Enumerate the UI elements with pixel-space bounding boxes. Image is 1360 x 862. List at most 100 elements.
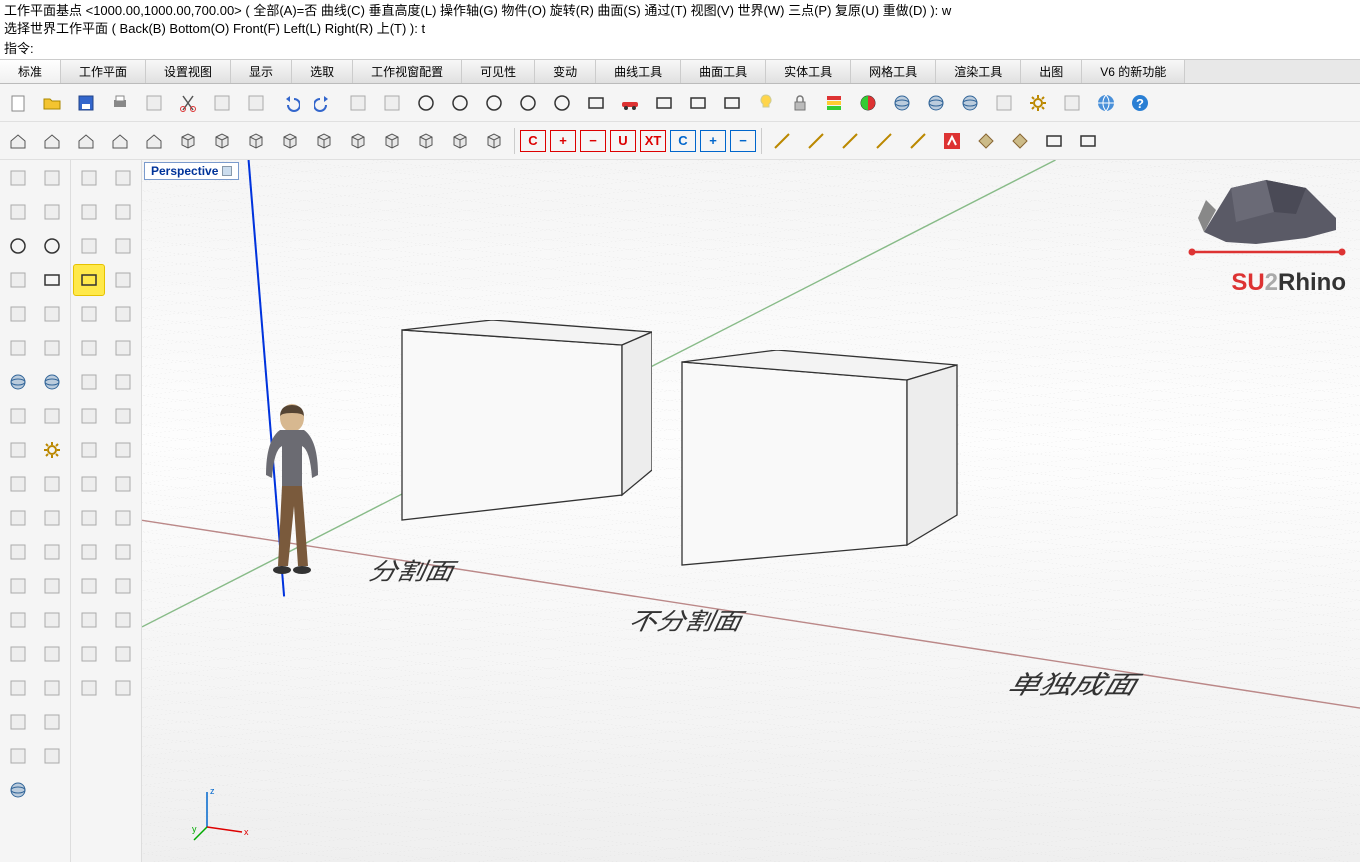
- hex-icon[interactable]: [107, 162, 139, 194]
- cone-icon[interactable]: [36, 706, 68, 738]
- house4-icon[interactable]: [104, 125, 136, 157]
- box-XT[interactable]: XT: [640, 130, 666, 152]
- layers-icon[interactable]: [818, 87, 850, 119]
- polygon2-icon[interactable]: [36, 298, 68, 330]
- cplane-frame-icon[interactable]: [648, 87, 680, 119]
- tab-2[interactable]: 设置视图: [146, 60, 231, 83]
- paste-icon[interactable]: [240, 87, 272, 119]
- line5-icon[interactable]: [902, 125, 934, 157]
- line3-icon[interactable]: [834, 125, 866, 157]
- box8-icon[interactable]: [410, 125, 442, 157]
- tab-6[interactable]: 可见性: [462, 60, 535, 83]
- viewport-label[interactable]: Perspective: [144, 162, 239, 180]
- four-view-icon[interactable]: [580, 87, 612, 119]
- tab-9[interactable]: 曲面工具: [681, 60, 766, 83]
- undo-icon[interactable]: [274, 87, 306, 119]
- bend1-icon[interactable]: [36, 468, 68, 500]
- scale-icon[interactable]: [73, 604, 105, 636]
- grid-tool-icon[interactable]: [2, 706, 34, 738]
- curve-edit1-icon[interactable]: [36, 536, 68, 568]
- cut-icon[interactable]: [172, 87, 204, 119]
- render-sphere-icon[interactable]: [886, 87, 918, 119]
- command-input[interactable]: [38, 40, 1356, 55]
- tab-7[interactable]: 变动: [535, 60, 596, 83]
- house2-icon[interactable]: [36, 125, 68, 157]
- solid2-icon[interactable]: [2, 672, 34, 704]
- human-icon[interactable]: [107, 638, 139, 670]
- diamond1-icon[interactable]: [970, 125, 1002, 157]
- box-U[interactable]: U: [610, 130, 636, 152]
- check-icon[interactable]: [2, 740, 34, 772]
- box2-icon[interactable]: [206, 125, 238, 157]
- callout-icon[interactable]: [107, 502, 139, 534]
- rot2-icon[interactable]: [107, 400, 139, 432]
- su-icon[interactable]: [936, 125, 968, 157]
- line4-icon[interactable]: [868, 125, 900, 157]
- render-metal-icon[interactable]: [920, 87, 952, 119]
- viewport-dropdown-icon[interactable]: [222, 166, 232, 176]
- viewport[interactable]: Perspective: [142, 160, 1360, 862]
- box3-icon[interactable]: [240, 125, 272, 157]
- diamond2-icon[interactable]: [1004, 125, 1036, 157]
- loop2-icon[interactable]: [107, 366, 139, 398]
- square-icon[interactable]: [1072, 125, 1104, 157]
- shape1-icon[interactable]: [73, 332, 105, 364]
- patch-icon[interactable]: [1038, 125, 1070, 157]
- solid-icon[interactable]: [36, 638, 68, 670]
- rot1-icon[interactable]: [73, 400, 105, 432]
- lightbulb-icon[interactable]: [750, 87, 782, 119]
- tab-4[interactable]: 选取: [292, 60, 353, 83]
- globe-icon[interactable]: [1090, 87, 1122, 119]
- lock-icon[interactable]: [784, 87, 816, 119]
- shape2-icon[interactable]: [107, 332, 139, 364]
- redo-icon[interactable]: [308, 87, 340, 119]
- sphere3-icon[interactable]: [2, 774, 34, 806]
- print-icon[interactable]: [104, 87, 136, 119]
- copy-icon[interactable]: [206, 87, 238, 119]
- sphere1-icon[interactable]: [2, 366, 34, 398]
- materials-icon[interactable]: [852, 87, 884, 119]
- eraser-icon[interactable]: [107, 196, 139, 228]
- hand-icon[interactable]: [107, 570, 139, 602]
- box5-icon[interactable]: [308, 125, 340, 157]
- sel2-icon[interactable]: [107, 468, 139, 500]
- mesh-icon[interactable]: [36, 672, 68, 704]
- gear-icon[interactable]: [1022, 87, 1054, 119]
- zoom-window-icon[interactable]: [444, 87, 476, 119]
- curve-edit2-icon[interactable]: [2, 570, 34, 602]
- tab-8[interactable]: 曲线工具: [596, 60, 681, 83]
- flash-icon[interactable]: [2, 468, 34, 500]
- box-+[interactable]: +: [700, 130, 726, 152]
- blend1-icon[interactable]: [36, 502, 68, 534]
- measure-icon[interactable]: [1056, 87, 1088, 119]
- text-icon[interactable]: [36, 570, 68, 602]
- zoom-selected-icon[interactable]: [512, 87, 544, 119]
- brush-icon[interactable]: [73, 196, 105, 228]
- polygon-icon[interactable]: [2, 298, 34, 330]
- gear-icon[interactable]: [36, 434, 68, 466]
- pencil-icon[interactable]: [73, 230, 105, 262]
- cyl2-icon[interactable]: [36, 400, 68, 432]
- corner-icon[interactable]: [2, 264, 34, 296]
- box-C[interactable]: C: [670, 130, 696, 152]
- rotate-view-icon[interactable]: [376, 87, 408, 119]
- cplane-edit-icon[interactable]: [682, 87, 714, 119]
- tab-12[interactable]: 渲染工具: [936, 60, 1021, 83]
- line1-icon[interactable]: [766, 125, 798, 157]
- eye-icon[interactable]: [107, 672, 139, 704]
- box-−[interactable]: −: [730, 130, 756, 152]
- lasso-icon[interactable]: [36, 162, 68, 194]
- grip2-icon[interactable]: [2, 638, 34, 670]
- box7-icon[interactable]: [376, 125, 408, 157]
- zoom-in-icon[interactable]: [410, 87, 442, 119]
- sphere2-icon[interactable]: [36, 366, 68, 398]
- house1-icon[interactable]: [2, 125, 34, 157]
- cyl3-icon[interactable]: [36, 740, 68, 772]
- arc-icon[interactable]: [36, 196, 68, 228]
- tab-13[interactable]: 出图: [1021, 60, 1082, 83]
- save-icon[interactable]: [70, 87, 102, 119]
- box-C[interactable]: C: [520, 130, 546, 152]
- srf-icon[interactable]: [36, 332, 68, 364]
- house5-icon[interactable]: [138, 125, 170, 157]
- move2-icon[interactable]: [73, 434, 105, 466]
